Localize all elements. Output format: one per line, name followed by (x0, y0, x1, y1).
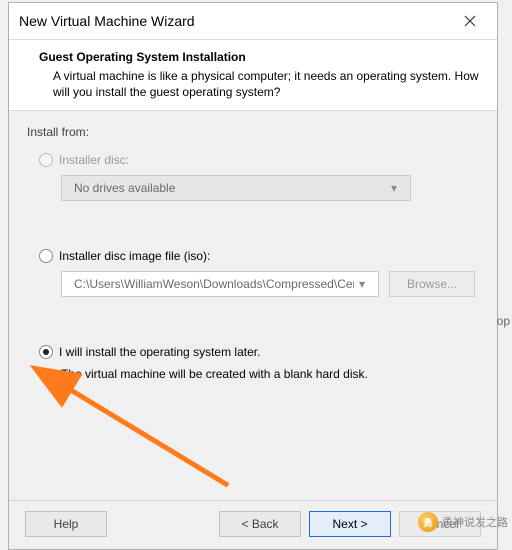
browse-button[interactable]: Browse... (389, 271, 475, 297)
iso-path-dropdown[interactable]: C:\Users\WilliamWeson\Downloads\Compress… (61, 271, 379, 297)
radio-icon (39, 345, 53, 359)
radio-label: I will install the operating system late… (59, 345, 260, 359)
radio-label: Installer disc image file (iso): (59, 249, 210, 263)
radio-installer-iso[interactable]: Installer disc image file (iso): (39, 249, 479, 263)
chevron-down-icon: ▾ (386, 181, 402, 195)
watermark-logo-icon: 勇 (418, 512, 438, 532)
radio-icon (39, 249, 53, 263)
next-button[interactable]: Next > (309, 511, 391, 537)
disc-dropdown-value: No drives available (74, 181, 175, 195)
option-installer-iso: Installer disc image file (iso): C:\User… (39, 249, 479, 297)
body: Install from: Installer disc: No drives … (9, 110, 497, 500)
install-later-note: The virtual machine will be created with… (61, 367, 479, 381)
close-icon (464, 15, 476, 27)
titlebar: New Virtual Machine Wizard (9, 3, 497, 39)
watermark-text: 勇神说发之路 (442, 514, 508, 530)
header-block: Guest Operating System Installation A vi… (9, 40, 497, 110)
back-button[interactable]: < Back (219, 511, 301, 537)
disc-dropdown: No drives available ▾ (61, 175, 411, 201)
option-installer-disc: Installer disc: No drives available ▾ (39, 153, 479, 201)
wizard-window: New Virtual Machine Wizard Guest Operati… (8, 2, 498, 550)
page-title: Guest Operating System Installation (39, 50, 479, 64)
section-label: Install from: (27, 125, 479, 139)
cropped-text: op (497, 314, 510, 328)
option-install-later: I will install the operating system late… (39, 345, 479, 381)
iso-path-row: C:\Users\WilliamWeson\Downloads\Compress… (61, 271, 479, 297)
iso-path-value: C:\Users\WilliamWeson\Downloads\Compress… (74, 277, 354, 291)
window-title: New Virtual Machine Wizard (19, 13, 195, 29)
watermark: 勇 勇神说发之路 (418, 512, 508, 532)
radio-installer-disc: Installer disc: (39, 153, 479, 167)
close-button[interactable] (453, 9, 487, 33)
disc-dropdown-row: No drives available ▾ (61, 175, 479, 201)
page-subtitle: A virtual machine is like a physical com… (39, 68, 479, 100)
chevron-down-icon: ▾ (354, 277, 370, 291)
radio-icon (39, 153, 53, 167)
help-button[interactable]: Help (25, 511, 107, 537)
radio-label: Installer disc: (59, 153, 129, 167)
radio-install-later[interactable]: I will install the operating system late… (39, 345, 479, 359)
